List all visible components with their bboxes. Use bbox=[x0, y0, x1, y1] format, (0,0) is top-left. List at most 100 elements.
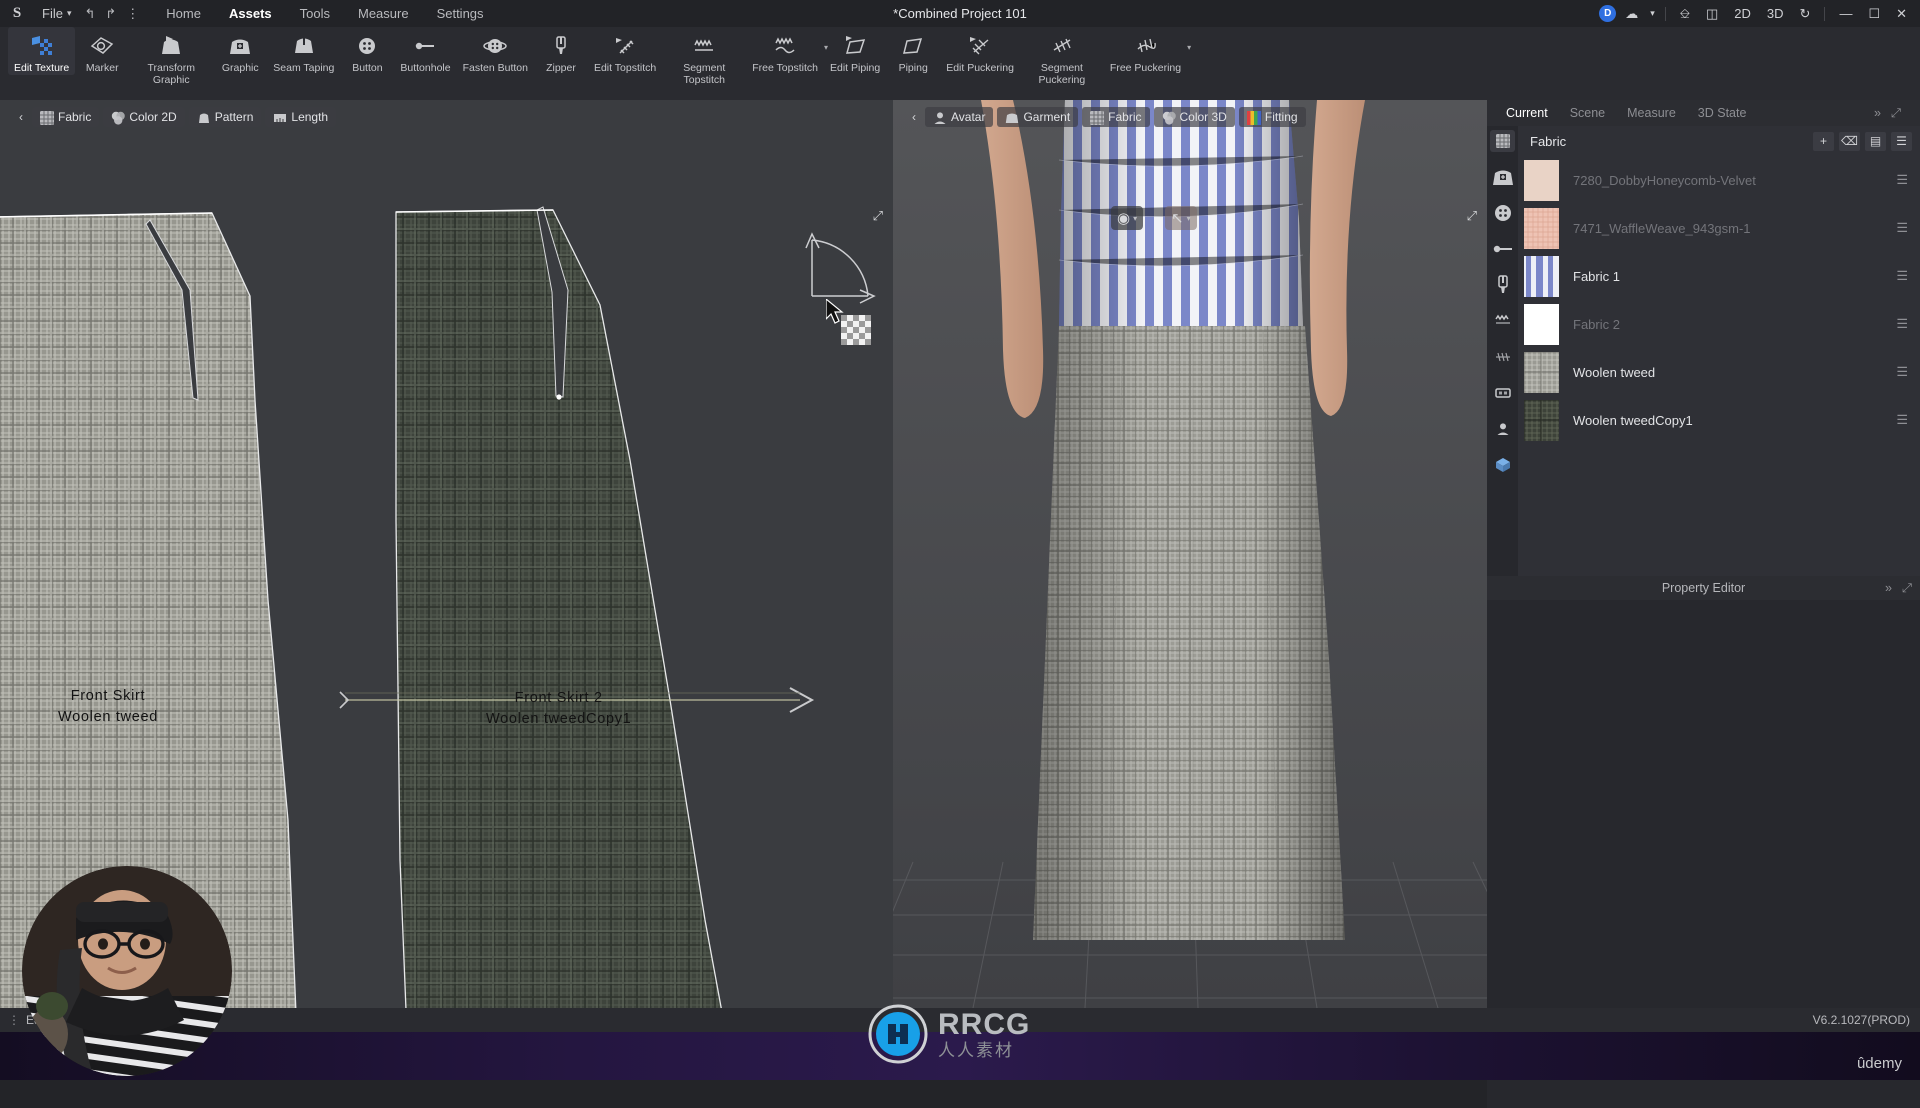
rail-buttonhole[interactable] bbox=[1490, 238, 1515, 260]
rail-graphic[interactable] bbox=[1490, 166, 1515, 188]
ribbon-button[interactable]: Button bbox=[340, 27, 394, 75]
chevron-left-icon[interactable]: ‹ bbox=[907, 110, 921, 124]
menu-item-measure[interactable]: Measure bbox=[344, 0, 423, 27]
minimize-icon[interactable]: — bbox=[1832, 0, 1859, 27]
rail-fabric-swatch[interactable] bbox=[1490, 130, 1515, 152]
ribbon-fasten-button[interactable]: Fasten Button bbox=[457, 27, 534, 75]
rail-topstitch[interactable] bbox=[1490, 310, 1515, 332]
tab-color-2d[interactable]: Color 2D bbox=[103, 107, 184, 127]
viewport-3d[interactable]: ‹ Avatar Garment Fabric Color 3D Fitting… bbox=[893, 100, 1487, 1008]
refresh-icon[interactable]: ↻ bbox=[1793, 0, 1818, 27]
list-view-icon[interactable]: ☰ bbox=[1891, 132, 1912, 151]
texture-checker-swatch[interactable] bbox=[841, 315, 871, 345]
ribbon-zipper[interactable]: Zipper bbox=[534, 27, 588, 75]
rp-tab-measure[interactable]: Measure bbox=[1616, 106, 1687, 120]
more-vertical-icon[interactable]: ⋮ bbox=[121, 6, 144, 22]
layers-icon[interactable]: ☰ bbox=[1896, 316, 1908, 332]
menu-item-tools[interactable]: Tools bbox=[286, 0, 344, 27]
ribbon-segment-puckering[interactable]: Segment Puckering bbox=[1020, 27, 1104, 86]
layers-icon[interactable]: ☰ bbox=[1896, 220, 1908, 236]
rail-puckering[interactable] bbox=[1490, 346, 1515, 368]
delete-icon[interactable]: ⌫ bbox=[1839, 132, 1860, 151]
buttonhole-icon bbox=[412, 31, 438, 61]
layers-icon[interactable]: ☰ bbox=[1896, 268, 1908, 284]
ribbon-free-topstitch[interactable]: Free Topstitch ▾ bbox=[746, 27, 824, 75]
split-layout-icon[interactable]: ◫ bbox=[1699, 0, 1725, 27]
rail-button[interactable] bbox=[1490, 202, 1515, 224]
rp-tab-3d-state[interactable]: 3D State bbox=[1687, 106, 1758, 120]
ribbon-segment-topstitch[interactable]: Segment Topstitch bbox=[662, 27, 746, 86]
tab-avatar[interactable]: Avatar bbox=[925, 107, 993, 127]
fabric-list-item[interactable]: Woolen tweedCopy1 ☰ bbox=[1518, 396, 1920, 444]
expand-icon[interactable]: ⤢ bbox=[1891, 106, 1901, 121]
fabric-list-item[interactable]: Fabric 2 ☰ bbox=[1518, 300, 1920, 348]
viewport-2d-tabs: ‹ Fabric Color 2D Pattern Length bbox=[14, 107, 336, 127]
tab-fabric[interactable]: Fabric bbox=[32, 107, 99, 127]
expand-icon[interactable]: ⤢ bbox=[1467, 208, 1477, 224]
ribbon-buttonhole[interactable]: Buttonhole bbox=[394, 27, 456, 75]
tab-length[interactable]: Length bbox=[265, 107, 336, 127]
fabric-list-item[interactable]: 7280_DobbyHoneycomb-Velvet ☰ bbox=[1518, 156, 1920, 204]
menu-item-assets[interactable]: Assets bbox=[215, 0, 286, 27]
grid-view-icon[interactable]: ▤ bbox=[1865, 132, 1886, 151]
ribbon-seam-taping[interactable]: Seam Taping bbox=[267, 27, 340, 75]
rail-avatar[interactable] bbox=[1490, 418, 1515, 440]
rail-trim[interactable] bbox=[1490, 382, 1515, 404]
select-tool-control[interactable]: ↖ ▾ bbox=[1165, 206, 1197, 230]
title-bar: S File ▾ ↰ ↱ ⋮ HomeAssetsToolsMeasureSet… bbox=[0, 0, 1920, 27]
chevron-left-icon[interactable]: ‹ bbox=[14, 110, 28, 124]
ribbon-edit-piping[interactable]: Edit Piping bbox=[824, 27, 886, 75]
chevrons-right-icon[interactable]: » bbox=[1874, 106, 1881, 121]
add-icon[interactable]: + bbox=[1813, 132, 1834, 151]
menu-item-home[interactable]: Home bbox=[152, 0, 215, 27]
rail-box-3d[interactable] bbox=[1490, 454, 1515, 476]
fabric-list-item[interactable]: 7471_WaffleWeave_943gsm-1 ☰ bbox=[1518, 204, 1920, 252]
ribbon-edit-topstitch[interactable]: Edit Topstitch bbox=[588, 27, 662, 75]
rrcg-logo-icon bbox=[866, 1002, 930, 1066]
chevron-down-icon[interactable]: ▾ bbox=[1187, 214, 1191, 223]
cloud-upload-icon[interactable]: ☁ bbox=[1618, 0, 1645, 27]
keyboard-icon[interactable]: ⎒ bbox=[1673, 0, 1697, 27]
expand-icon[interactable]: ⤢ bbox=[1902, 581, 1912, 596]
fabric-name: 7471_WaffleWeave_943gsm-1 bbox=[1573, 221, 1882, 236]
ribbon-free-puckering[interactable]: Free Puckering ▾ bbox=[1104, 27, 1187, 75]
tab-fabric[interactable]: Fabric bbox=[1082, 107, 1149, 127]
simulate-control[interactable]: ◉ ▾ bbox=[1111, 206, 1143, 230]
chevron-down-icon[interactable]: ▾ bbox=[1647, 0, 1658, 27]
redo-icon[interactable]: ↱ bbox=[100, 6, 121, 22]
view-3d-button[interactable]: 3D bbox=[1760, 0, 1791, 27]
ribbon-transform-graphic[interactable]: Transform Graphic bbox=[129, 27, 213, 86]
ribbon-edit-puckering[interactable]: Edit Puckering bbox=[940, 27, 1020, 75]
fabric-list-item[interactable]: Fabric 1 ☰ bbox=[1518, 252, 1920, 300]
rp-tab-current[interactable]: Current bbox=[1495, 106, 1559, 120]
view-2d-button[interactable]: 2D bbox=[1727, 0, 1758, 27]
undo-icon[interactable]: ↰ bbox=[79, 6, 100, 22]
layers-icon[interactable]: ☰ bbox=[1896, 412, 1908, 428]
tab-color-3d[interactable]: Color 3D bbox=[1154, 107, 1235, 127]
maximize-icon[interactable]: ☐ bbox=[1861, 0, 1887, 27]
app-logo[interactable]: S bbox=[0, 5, 34, 22]
ribbon-marker[interactable]: Marker bbox=[75, 27, 129, 75]
layers-icon[interactable]: ☰ bbox=[1896, 364, 1908, 380]
rail-zipper[interactable] bbox=[1490, 274, 1515, 296]
layers-icon[interactable]: ☰ bbox=[1896, 172, 1908, 188]
tab-pattern[interactable]: Pattern bbox=[189, 107, 262, 127]
menu-item-settings[interactable]: Settings bbox=[423, 0, 498, 27]
more-vertical-icon[interactable]: ⋮ bbox=[8, 1013, 20, 1027]
ribbon-piping[interactable]: Piping bbox=[886, 27, 940, 75]
chevron-down-icon[interactable]: ▾ bbox=[1187, 43, 1191, 52]
ribbon-edit-texture[interactable]: Edit Texture bbox=[8, 27, 75, 75]
rp-tab-scene[interactable]: Scene bbox=[1559, 106, 1616, 120]
close-icon[interactable]: ✕ bbox=[1889, 0, 1914, 27]
chevrons-right-icon[interactable]: » bbox=[1885, 581, 1892, 596]
fabric-list-item[interactable]: Woolen tweed ☰ bbox=[1518, 348, 1920, 396]
expand-icon[interactable]: ⤢ bbox=[873, 208, 883, 224]
user-avatar[interactable]: D bbox=[1599, 5, 1616, 22]
select-arrow-icon[interactable]: ↖ bbox=[1171, 209, 1184, 227]
ribbon-graphic[interactable]: Graphic bbox=[213, 27, 267, 75]
tab-garment[interactable]: Garment bbox=[997, 107, 1078, 127]
simulate-play-icon[interactable]: ◉ bbox=[1117, 209, 1130, 227]
tab-fitting[interactable]: Fitting bbox=[1239, 107, 1306, 127]
chevron-down-icon[interactable]: ▾ bbox=[1133, 214, 1137, 223]
file-menu[interactable]: File ▾ bbox=[34, 6, 79, 21]
